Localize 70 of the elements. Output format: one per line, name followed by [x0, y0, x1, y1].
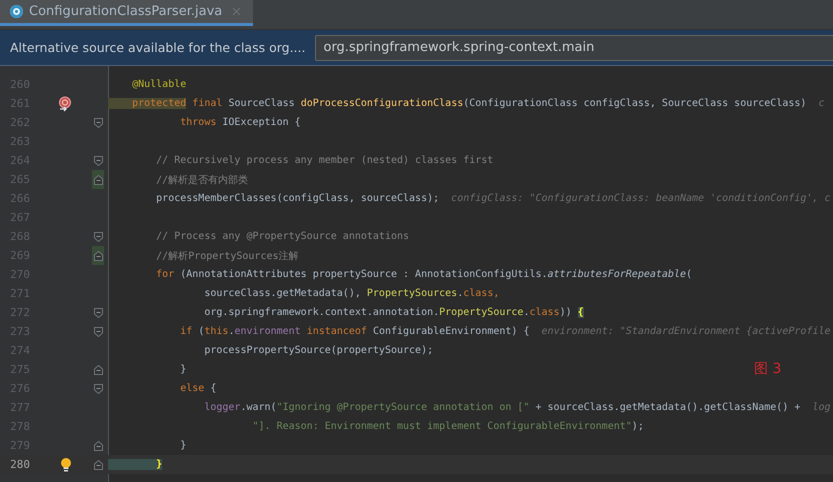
code-text: )): [560, 307, 573, 318]
code-text: (ConfigurationClass configClass, SourceClass sourceClass): [463, 98, 806, 109]
source-select-field[interactable]: org.springframework.spring-context.main: [315, 34, 833, 60]
code-text: PropertySource: [439, 307, 524, 318]
code-text: processMemberClasses(configClass, sourceClass);: [155, 193, 440, 204]
code-text: //解析PropertySources注解: [155, 250, 299, 262]
code-text: .: [228, 326, 234, 337]
fold-marker-icon: [94, 250, 102, 260]
file-tab[interactable]: ConfigurationClassParser.java: [0, 0, 254, 26]
code-text: + sourceClass.getMetadata().getClassName() +: [534, 402, 800, 413]
code-text: SourceClass: [228, 98, 296, 109]
fold-marker-icon: [94, 326, 102, 336]
fold-marker-icon: [94, 232, 102, 242]
fold-marker-icon: [94, 384, 102, 394]
code-text: "Ignoring @PropertySource annotation on [": [276, 402, 530, 413]
code-text: this: [204, 326, 228, 337]
fold-marker-icon: [94, 174, 102, 184]
code-text: environment: [234, 326, 301, 337]
code-text: .: [523, 307, 530, 318]
notice-text: Alternative source available for the class org....: [10, 40, 306, 55]
code-text: (: [197, 326, 204, 337]
code-text: class,: [463, 288, 500, 299]
class-file-icon: [10, 5, 23, 18]
inline-value-hint: c: [817, 98, 824, 109]
code-text: protected: [108, 98, 186, 109]
fold-marker-icon: [94, 440, 102, 450]
inline-value-hint: configClass: "ConfigurationClass: beanName 'conditionConfig', c: [450, 193, 830, 204]
method-breakpoint-icon: [58, 96, 74, 112]
fold-marker-icon: [94, 156, 102, 166]
lightbulb-icon: [60, 456, 72, 472]
code-text: class: [529, 307, 560, 318]
code-text: }: [108, 459, 162, 470]
code-text: else: [179, 383, 204, 394]
code-text: final: [191, 98, 224, 109]
code-text: (: [686, 269, 692, 280]
code-text: // Recursively process any member (nested) classes first: [155, 155, 494, 166]
code-text: (AnnotationAttributes propertySource : AnnotationConfigUtils.: [179, 269, 548, 280]
code-text: //解析是否有内部类: [155, 174, 248, 186]
fold-marker-icon: [94, 364, 102, 374]
code-text: );: [632, 421, 644, 432]
code-text: instanceof: [306, 326, 368, 337]
code-text: {: [209, 383, 216, 394]
code-text: if: [179, 326, 192, 337]
fold-marker-icon: [94, 118, 102, 128]
code-text: ConfigurableEnvironment) {: [372, 326, 530, 337]
inline-value-hint: log: [811, 402, 830, 413]
code-text: processPropertySource(propertySource);: [203, 345, 434, 356]
code-text: org.springframework.context.annotation.: [203, 307, 440, 318]
code-text: "]. Reason: Environment must implement ConfigurableEnvironment": [251, 421, 632, 432]
code-text: @Nullable: [131, 79, 186, 90]
figure-label: 图 3: [754, 360, 782, 378]
code-text: }: [179, 440, 186, 451]
code-text: .: [457, 288, 464, 299]
code-text: }: [179, 364, 186, 375]
code-text: .warn(: [240, 402, 277, 413]
code-text: // Process any @PropertySource annotations: [155, 231, 410, 242]
code-text: throws: [179, 117, 218, 128]
code-text: {: [578, 307, 584, 318]
code-text: attributesForRepeatable: [548, 269, 686, 280]
fold-marker-icon: [94, 308, 102, 318]
code-text: doProcessConfigurationClass: [300, 98, 464, 109]
inline-value-hint: environment: "StandardEnvironment {activeProfile: [540, 326, 831, 337]
fold-marker-icon: [94, 460, 102, 470]
code-text: sourceClass.getMetadata(),: [203, 288, 362, 299]
code-text: for: [155, 269, 174, 280]
close-icon[interactable]: [232, 7, 242, 16]
code-text: logger: [203, 402, 240, 413]
line-number: 280: [9, 458, 30, 471]
code-text: IOException {: [222, 117, 301, 128]
code-text: PropertySources: [366, 288, 458, 299]
